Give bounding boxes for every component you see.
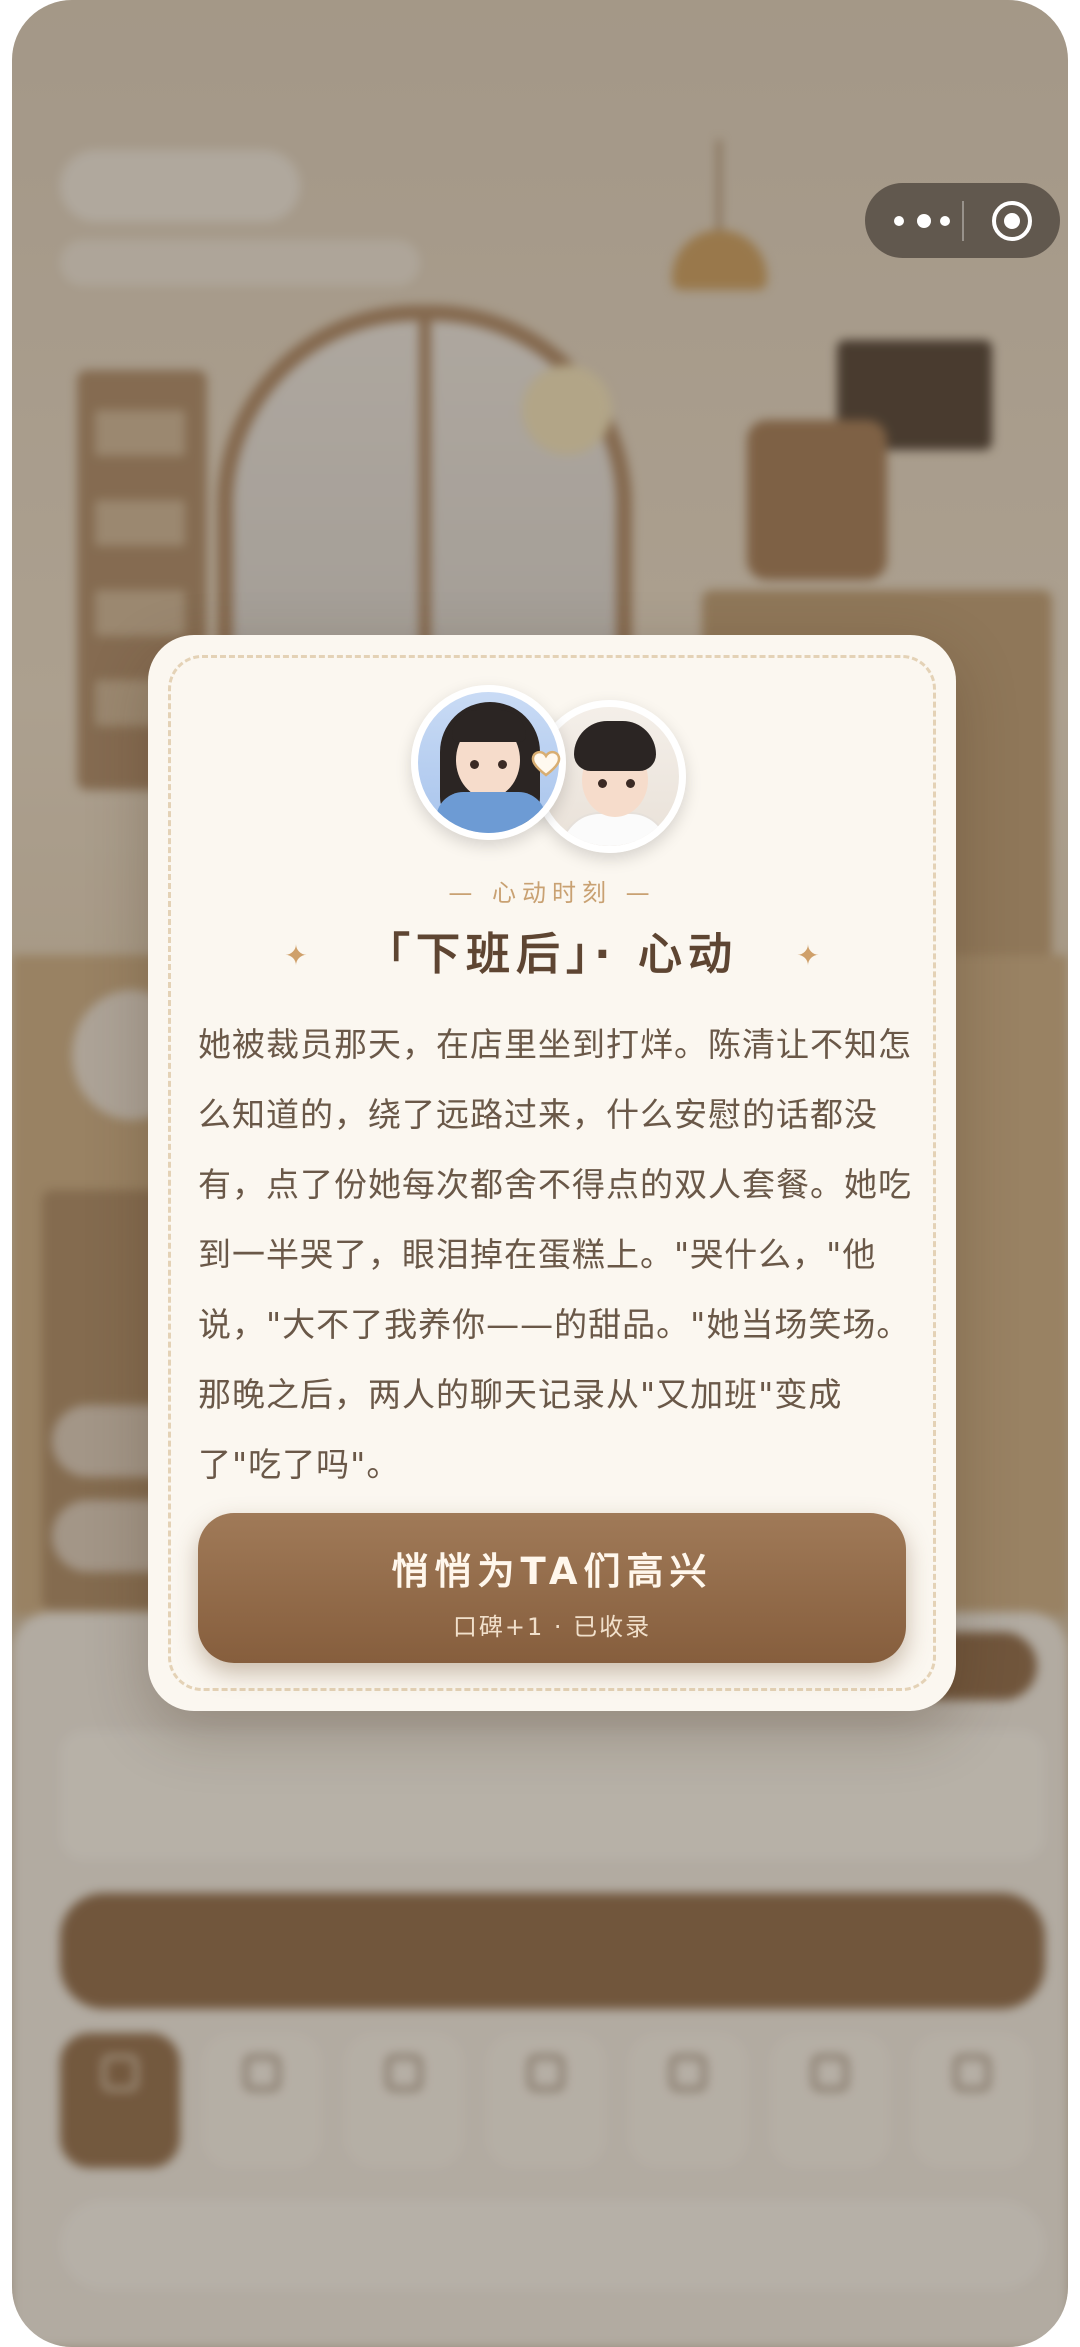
- modal-title-row: ✦ 「下班后」· 心动 ✦: [148, 925, 956, 985]
- cta-subtitle: 口碑+1 · 已收录: [452, 1613, 652, 1641]
- modal-title: 「下班后」· 心动: [365, 929, 739, 980]
- happy-for-them-button[interactable]: 悄悄为TA们高兴 口碑+1 · 已收录: [198, 1513, 906, 1663]
- sparkle-icon: ✦: [284, 939, 308, 972]
- modal-kicker: — 心动时刻 —: [448, 879, 656, 907]
- miniprogram-capsule: [865, 183, 1060, 258]
- sparkle-icon: ✦: [796, 939, 820, 972]
- capsule-divider: [962, 201, 964, 241]
- cta-label: 悄悄为TA们高兴: [391, 1550, 713, 1593]
- heartbeat-moment-modal: — 心动时刻 — ✦ 「下班后」· 心动 ✦ 她被裁员那天，在店里坐到打烊。陈清…: [148, 635, 956, 1711]
- app-screen: — 心动时刻 — ✦ 「下班后」· 心动 ✦ 她被裁员那天，在店里坐到打烊。陈清…: [12, 0, 1068, 2347]
- close-target-icon[interactable]: [992, 201, 1032, 241]
- more-icon[interactable]: [892, 209, 952, 233]
- story-text: 她被裁员那天，在店里坐到打烊。陈清让不知怎么知道的，绕了远路过来，什么安慰的话都…: [198, 1025, 912, 1484]
- heart-outline-icon: [531, 750, 561, 777]
